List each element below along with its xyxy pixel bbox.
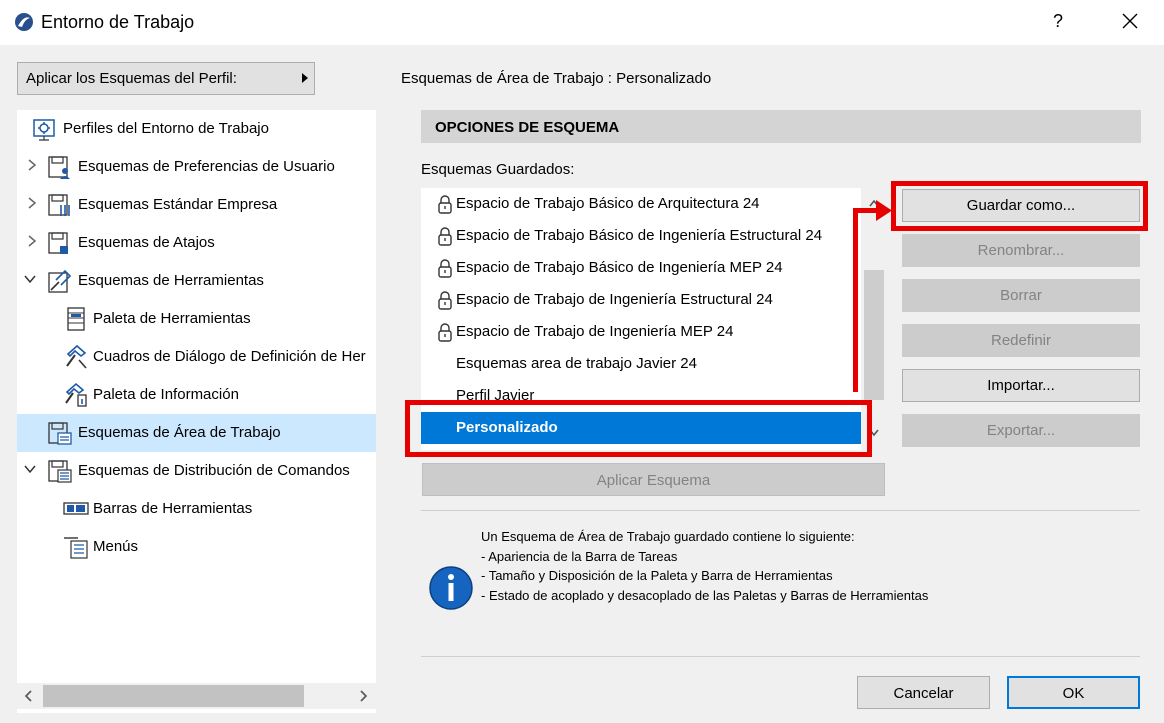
tree-item-label: Perfiles del Entorno de Trabajo — [63, 120, 269, 137]
tree-item-tool-settings-dialogs[interactable]: Cuadros de Diálogo de Definición de Her — [17, 338, 376, 376]
title-bar: Entorno de Trabajo ? — [0, 0, 1164, 45]
tree-item-label: Menús — [93, 538, 139, 555]
apply-scheme-button[interactable]: Aplicar Esquema — [422, 463, 885, 496]
tree-item-command-layout[interactable]: Esquemas de Distribución de Comandos — [17, 452, 376, 490]
tree-item-label: Esquemas de Herramientas — [78, 272, 264, 289]
tree-item-company-standards[interactable]: Esquemas Estándar Empresa — [17, 186, 376, 224]
tool-palette-icon — [67, 307, 85, 331]
apply-profile-schemes-button[interactable]: Aplicar los Esquemas del Perfil: — [17, 62, 315, 95]
info-line: - Estado de acoplado y desacoplado de la… — [481, 587, 929, 603]
info-line: - Tamaño y Disposición de la Paleta y Ba… — [481, 568, 833, 583]
list-item[interactable]: Espacio de Trabajo de Ingeniería Estruct… — [421, 284, 861, 316]
tree-item-profiles[interactable]: Perfiles del Entorno de Trabajo — [17, 110, 376, 148]
tree-item-label: Paleta de Información — [93, 386, 239, 403]
list-item-label: Espacio de Trabajo Básico de Ingeniería … — [456, 227, 823, 244]
tree-item-workspace-schemes[interactable]: Esquemas de Área de Trabajo — [17, 414, 376, 452]
tree-item-label: Esquemas Estándar Empresa — [78, 196, 278, 213]
tree-item-label: Paleta de Herramientas — [93, 310, 251, 327]
list-item-label: Espacio de Trabajo de Ingeniería Estruct… — [456, 291, 773, 308]
list-item[interactable]: Espacio de Trabajo Básico de Arquitectur… — [421, 188, 861, 220]
export-button[interactable]: Exportar... — [902, 414, 1140, 447]
info-palette-icon — [65, 382, 87, 407]
annotation-arrow-head-icon — [876, 200, 892, 221]
profile-gear-icon — [33, 119, 55, 141]
list-item-label: Espacio de Trabajo Básico de Arquitectur… — [456, 195, 760, 212]
annotation-arrow-line — [853, 210, 858, 392]
tree-item-tool-schemes[interactable]: Esquemas de Herramientas — [17, 262, 376, 300]
tree-item-shortcuts[interactable]: Esquemas de Atajos — [17, 224, 376, 262]
floppy-tools-icon — [48, 269, 72, 293]
tree-item-label: Esquemas de Preferencias de Usuario — [78, 158, 335, 175]
list-item[interactable]: Espacio de Trabajo de Ingeniería MEP 24 — [421, 316, 861, 348]
section-title: OPCIONES DE ESQUEMA — [421, 110, 1141, 143]
divider — [421, 656, 1140, 657]
chevron-right-icon[interactable] — [25, 158, 39, 172]
import-button[interactable]: Importar... — [902, 369, 1140, 402]
divider — [421, 510, 1140, 511]
info-line: - Apariencia de la Barra de Tareas — [481, 548, 678, 564]
floppy-commands-icon — [48, 460, 72, 483]
menu-list-icon — [64, 537, 88, 559]
apply-profile-schemes-label: Aplicar los Esquemas del Perfil: — [26, 70, 237, 87]
chevron-right-icon[interactable] — [25, 196, 39, 210]
tree-horizontal-scrollbar[interactable] — [17, 683, 376, 709]
help-button[interactable]: ? — [1053, 11, 1063, 32]
tree-item-menus[interactable]: Menús — [17, 528, 376, 566]
scroll-right-icon[interactable] — [359, 689, 369, 703]
ok-button[interactable]: OK — [1007, 676, 1140, 709]
list-item[interactable]: Espacio de Trabajo Básico de Ingeniería … — [421, 220, 861, 252]
chevron-right-icon[interactable] — [25, 234, 39, 248]
close-icon[interactable] — [1119, 10, 1141, 32]
scrollbar-thumb[interactable] — [864, 270, 884, 400]
submenu-arrow-icon — [302, 73, 308, 83]
list-item-label: Esquemas area de trabajo Javier 24 — [456, 355, 697, 372]
settings-tree: Perfiles del Entorno de Trabajo Esquemas… — [17, 110, 376, 713]
saved-schemes-label: Esquemas Guardados: — [421, 161, 575, 178]
tree-item-label: Esquemas de Área de Trabajo — [78, 424, 281, 441]
annotation-highlight-save-as — [891, 181, 1148, 231]
scrollbar-thumb[interactable] — [43, 685, 304, 707]
rename-button[interactable]: Renombrar... — [902, 234, 1140, 267]
info-line: Un Esquema de Área de Trabajo guardado c… — [481, 529, 855, 544]
delete-button[interactable]: Borrar — [902, 279, 1140, 312]
info-description: Un Esquema de Área de Trabajo guardado c… — [481, 527, 928, 605]
window-title: Entorno de Trabajo — [41, 12, 195, 32]
annotation-highlight-selected — [405, 400, 872, 457]
chevron-down-icon[interactable] — [23, 272, 37, 286]
floppy-workspace-icon — [48, 422, 72, 445]
cancel-button[interactable]: Cancelar — [857, 676, 990, 709]
tree-item-user-preferences[interactable]: Esquemas de Preferencias de Usuario — [17, 148, 376, 186]
floppy-user-icon — [48, 156, 70, 179]
tree-item-label: Esquemas de Distribución de Comandos — [78, 462, 350, 479]
tree-item-toolbars[interactable]: Barras de Herramientas — [17, 490, 376, 528]
tree-item-label: Barras de Herramientas — [93, 500, 253, 517]
redefine-button[interactable]: Redefinir — [902, 324, 1140, 357]
list-item-label: Espacio de Trabajo de Ingeniería MEP 24 — [456, 323, 734, 340]
tree-item-label: Cuadros de Diálogo de Definición de Her — [93, 348, 366, 365]
hammer-dialog-icon — [66, 344, 87, 369]
tree-item-info-box[interactable]: Paleta de Información — [17, 376, 376, 414]
lock-icon — [438, 323, 452, 342]
lock-icon — [438, 227, 452, 246]
list-item[interactable]: Esquemas area de trabajo Javier 24 — [421, 348, 861, 380]
chevron-down-icon[interactable] — [23, 462, 37, 476]
floppy-shortcut-icon — [48, 232, 68, 254]
scroll-left-icon[interactable] — [23, 689, 33, 703]
lock-icon — [438, 259, 452, 278]
list-item-label: Espacio de Trabajo Básico de Ingeniería … — [456, 259, 783, 276]
lock-icon — [438, 195, 452, 214]
current-scheme-header: Esquemas de Área de Trabajo : Personaliz… — [401, 70, 712, 87]
floppy-sliders-icon — [48, 194, 70, 216]
lock-icon — [438, 291, 452, 310]
list-item[interactable]: Espacio de Trabajo Básico de Ingeniería … — [421, 252, 861, 284]
tree-item-label: Esquemas de Atajos — [78, 234, 215, 251]
toolbar-icon — [63, 502, 89, 515]
archicad-logo-icon — [15, 13, 33, 31]
tree-item-tool-palette[interactable]: Paleta de Herramientas — [17, 300, 376, 338]
info-icon — [429, 566, 473, 610]
